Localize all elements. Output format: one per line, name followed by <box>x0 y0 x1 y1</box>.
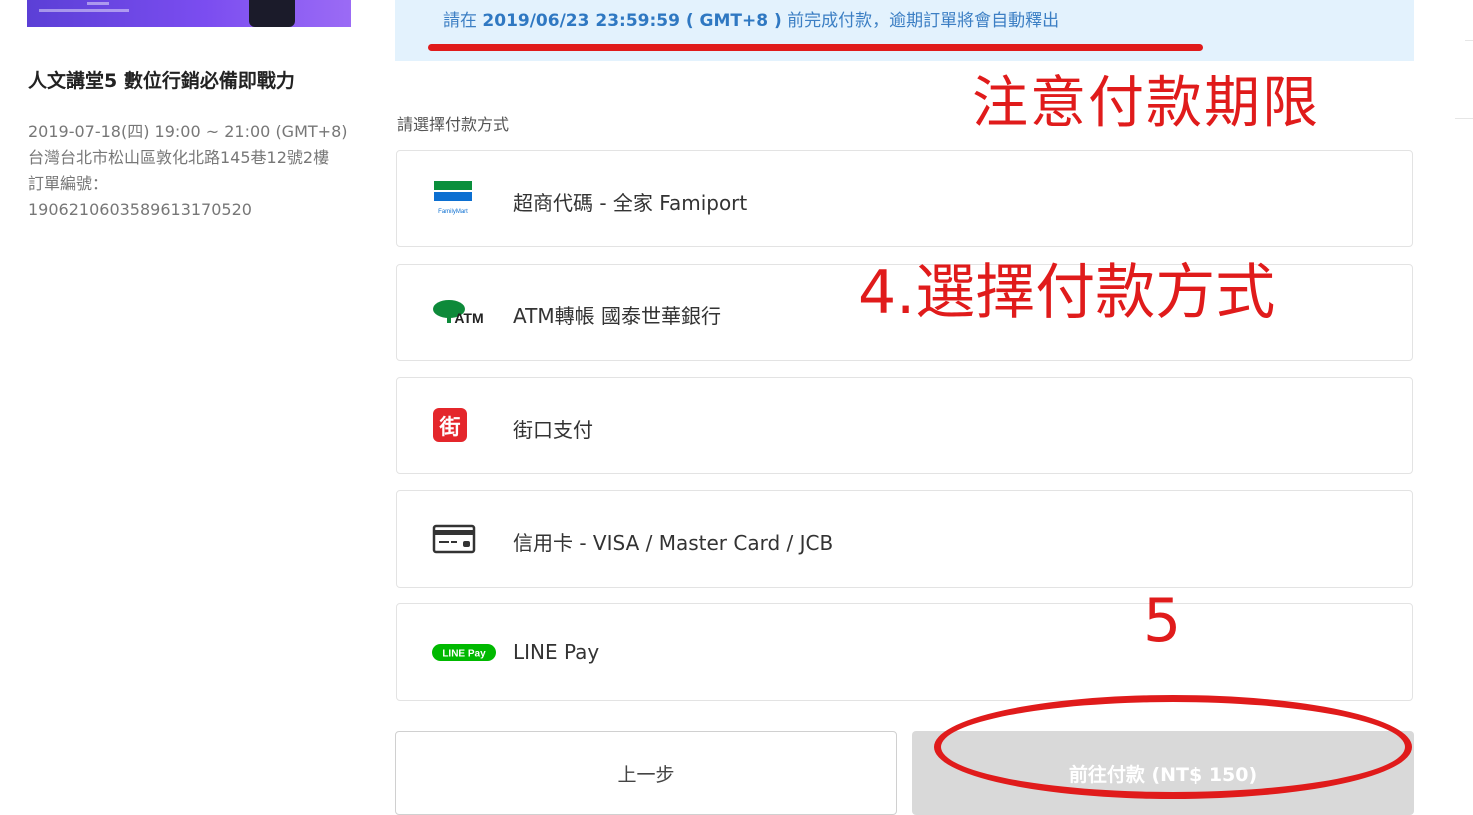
event-address: 台灣台北市松山區敦化北路145巷12號2樓 <box>28 148 330 167</box>
payment-option-label: 超商代碼 - 全家 Famiport <box>513 191 748 215</box>
banner-caption <box>87 2 109 5</box>
annotation-circle <box>934 695 1412 799</box>
familymart-text: FamilyMart <box>438 209 468 215</box>
jkopay-icon: 街 <box>431 406 497 446</box>
atm-text: ATM <box>454 310 483 326</box>
linepay-icon: LINE Pay <box>431 632 497 672</box>
banner-caption <box>39 9 129 12</box>
annotation-step-4: 4.選擇付款方式 <box>858 258 1276 328</box>
divider <box>1465 40 1473 41</box>
notice-suffix: 前完成付款，逾期訂單將會自動釋出 <box>781 11 1060 31</box>
notice-text: 請在 2019/06/23 23:59:59 ( GMT+8 ) 前完成付款，逾… <box>443 6 1059 31</box>
payment-option-famiport[interactable]: FamilyMart 超商代碼 - 全家 Famiport <box>396 150 1413 247</box>
payment-option-label: LINE Pay <box>513 640 600 664</box>
payment-option-credit-card[interactable]: 信用卡 - VISA / Master Card / JCB <box>396 490 1413 588</box>
payment-section-label: 請選擇付款方式 <box>397 115 510 134</box>
jkopay-char: 街 <box>439 415 461 439</box>
payment-option-label: 信用卡 - VISA / Master Card / JCB <box>513 531 834 555</box>
divider <box>1455 118 1473 119</box>
payment-option-label: 街口支付 <box>513 418 593 442</box>
annotation-underline <box>428 44 1203 51</box>
event-title: 人文講堂5 數位行銷必備即戰力 <box>28 70 295 92</box>
payment-option-jkopay[interactable]: 街 街口支付 <box>396 377 1413 474</box>
notice-deadline: 2019/06/23 23:59:59 ( GMT+8 ) <box>482 11 782 31</box>
order-number-label: 訂單編號： <box>28 174 109 193</box>
event-banner-image <box>27 0 351 27</box>
payment-deadline-notice: 請在 2019/06/23 23:59:59 ( GMT+8 ) 前完成付款，逾… <box>395 0 1414 61</box>
notice-prefix: 請在 <box>443 11 483 31</box>
familymart-icon: FamilyMart <box>431 179 497 219</box>
event-datetime: 2019-07-18(四) 19:00 ~ 21:00 (GMT+8) <box>28 122 348 141</box>
payment-option-label: ATM轉帳 國泰世華銀行 <box>513 304 721 328</box>
banner-figure <box>249 0 295 27</box>
event-meta: 2019-07-18(四) 19:00 ~ 21:00 (GMT+8) 台灣台北… <box>28 119 358 223</box>
atm-cathay-icon: ATM <box>431 293 497 333</box>
back-button[interactable]: 上一步 <box>395 731 897 815</box>
order-number: 1906210603589613170520 <box>28 200 252 219</box>
annotation-step-5: 5 <box>1143 586 1182 656</box>
payment-option-linepay[interactable]: LINE Pay LINE Pay <box>396 603 1413 701</box>
annotation-deadline-note: 注意付款期限 <box>972 71 1320 136</box>
linepay-text: LINE Pay <box>442 649 486 660</box>
credit-card-icon <box>431 519 497 559</box>
